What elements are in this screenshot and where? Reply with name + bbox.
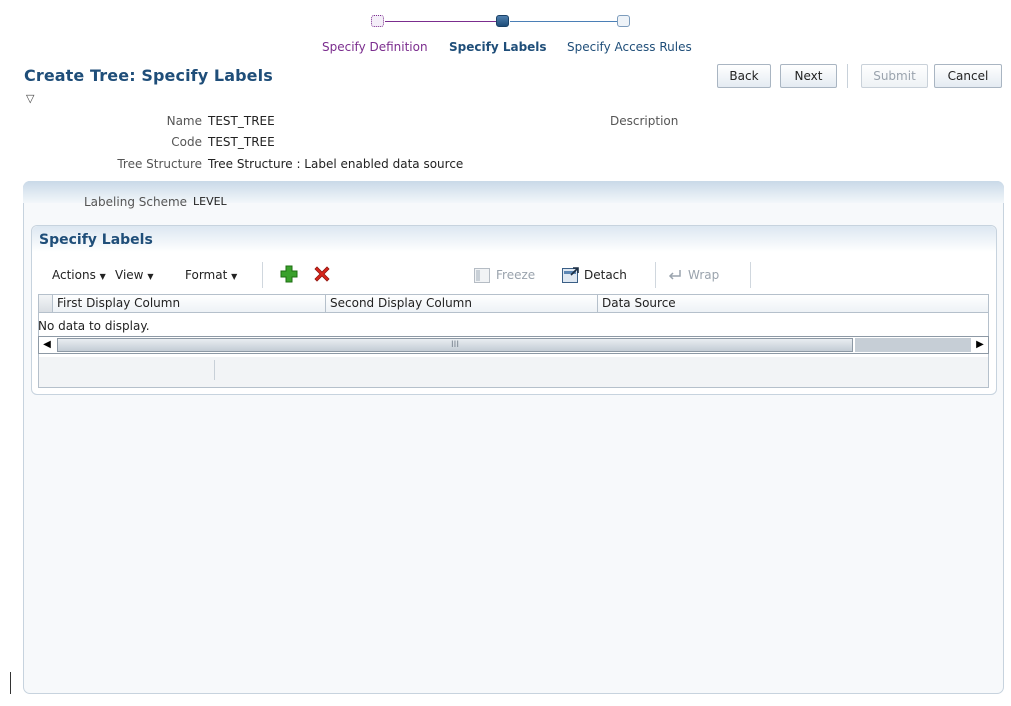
chevron-down-icon: ▼ [231, 272, 238, 281]
toolbar-separator [262, 262, 263, 288]
step-current-specify-labels: Specify Labels [449, 40, 547, 54]
scrollbar-track[interactable] [855, 338, 971, 352]
code-value: TEST_TREE [208, 135, 275, 149]
detach-icon [562, 266, 580, 283]
freeze-button[interactable]: Freeze [496, 268, 535, 282]
name-label: Name [166, 114, 202, 128]
description-label: Description [610, 114, 679, 128]
freeze-icon [474, 268, 490, 283]
cancel-button[interactable]: Cancel [934, 64, 1002, 88]
step-marker-specify-access-rules[interactable] [617, 15, 630, 27]
specify-labels-panel-header [32, 226, 996, 252]
step-marker-specify-definition[interactable] [371, 15, 384, 27]
step-link-specify-definition[interactable]: Specify Definition [322, 40, 428, 54]
view-menu-label: View [115, 268, 144, 282]
column-header-data-source[interactable]: Data Source [598, 295, 988, 313]
column-header-first-display[interactable]: First Display Column [53, 295, 326, 313]
format-menu[interactable]: Format ▼ [185, 268, 237, 282]
page-title: Create Tree: Specify Labels [24, 66, 273, 85]
detach-button[interactable]: Detach [584, 268, 627, 282]
horizontal-scrollbar[interactable]: ◀ III ▶ [38, 336, 989, 354]
chevron-down-icon: ▼ [99, 272, 106, 281]
specify-labels-title: Specify Labels [39, 232, 153, 248]
table-footer-divider [214, 360, 215, 380]
name-value: TEST_TREE [208, 114, 275, 128]
tree-structure-value: Tree Structure : Label enabled data sour… [208, 157, 464, 171]
scrollbar-thumb[interactable]: III [57, 338, 853, 352]
actions-menu[interactable]: Actions ▼ [52, 268, 106, 282]
labeling-scheme-label: Labeling Scheme [84, 195, 188, 209]
scroll-right-icon[interactable]: ▶ [972, 337, 988, 353]
format-menu-label: Format [185, 268, 228, 282]
train-connector-pending [510, 21, 628, 22]
empty-table-message: No data to display. [38, 319, 150, 333]
code-label: Code [171, 135, 202, 149]
view-menu[interactable]: View ▼ [115, 268, 153, 282]
tree-structure-label: Tree Structure [117, 157, 202, 171]
wrap-icon [667, 268, 683, 283]
add-icon[interactable] [279, 264, 299, 284]
step-marker-specify-labels [496, 15, 509, 27]
labeling-scheme-value: LEVEL [193, 195, 227, 208]
actions-menu-label: Actions [52, 268, 96, 282]
step-link-specify-access-rules[interactable]: Specify Access Rules [567, 40, 692, 54]
toolbar-separator [750, 262, 751, 288]
wrap-button[interactable]: Wrap [688, 268, 719, 282]
delete-icon[interactable] [312, 264, 332, 284]
next-button[interactable]: Next [780, 64, 837, 88]
toolbar-separator [655, 262, 656, 288]
text-cursor [10, 672, 11, 694]
table-footer [39, 357, 988, 387]
row-header-corner [39, 295, 53, 313]
disclosure-toggle-icon[interactable]: ▽ [26, 92, 34, 105]
back-button[interactable]: Back [717, 64, 771, 88]
column-header-second-display[interactable]: Second Display Column [326, 295, 598, 313]
button-separator [847, 64, 848, 88]
submit-button[interactable]: Submit [861, 64, 928, 88]
train-connector-visited [385, 21, 503, 22]
scroll-left-icon[interactable]: ◀ [39, 337, 55, 353]
chevron-down-icon: ▼ [147, 272, 154, 281]
scrollbar-grip: III [451, 340, 459, 350]
